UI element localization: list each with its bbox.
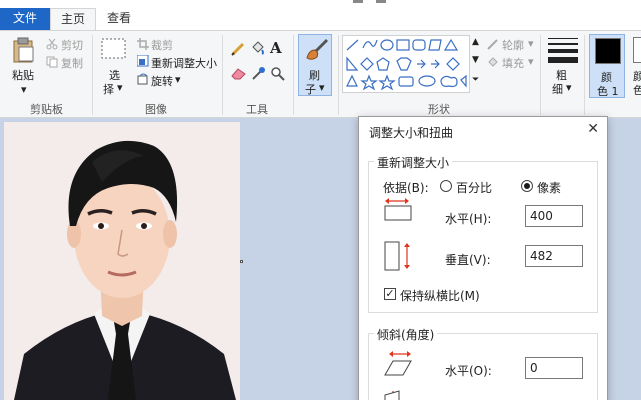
outline-icon	[487, 39, 498, 50]
color-picker-icon[interactable]	[251, 66, 266, 81]
text-tool-icon[interactable]: A	[270, 39, 282, 57]
cut-button[interactable]: 剪切	[61, 37, 83, 53]
tab-home[interactable]: 主页	[50, 8, 96, 30]
color1-label-2: 色 1	[597, 85, 619, 98]
resize-group-label: 重新调整大小	[374, 154, 453, 171]
group-divider	[293, 35, 294, 115]
canvas-image[interactable]	[4, 122, 240, 400]
portrait-photo	[4, 122, 240, 400]
size-label-2[interactable]: 细	[552, 81, 563, 97]
color2-button[interactable]: 颜 色	[630, 35, 641, 97]
brush-icon	[306, 38, 329, 60]
rotate-icon	[137, 73, 148, 85]
by-label: 依据(B):	[383, 181, 429, 195]
magnifier-icon[interactable]	[270, 66, 285, 81]
line-size-icon[interactable]	[548, 37, 578, 63]
fill-icon	[488, 57, 498, 67]
paste-icon[interactable]	[12, 37, 36, 63]
pixels-radio[interactable]	[521, 180, 533, 192]
vertical-label: 垂直(V):	[445, 253, 491, 267]
skew-horizontal-label: 水平(O):	[445, 364, 492, 378]
tab-view[interactable]: 查看	[98, 8, 140, 30]
outline-button[interactable]: 轮廓	[502, 37, 524, 53]
chevron-down-icon[interactable]: ▾	[528, 55, 534, 68]
percent-radio[interactable]	[440, 180, 452, 192]
title-separator	[353, 0, 363, 3]
horizontal-skew-icon	[384, 351, 412, 376]
vertical-input[interactable]: 482	[525, 245, 583, 267]
close-icon[interactable]: ✕	[587, 121, 599, 137]
scroll-up-icon[interactable]: ▲	[472, 37, 479, 47]
brush-label-2: 子	[305, 83, 316, 96]
chevron-down-icon[interactable]: ▾	[175, 73, 181, 86]
percent-label[interactable]: 百分比	[456, 179, 492, 196]
select-label-2[interactable]: 择	[103, 81, 114, 97]
resize-button[interactable]: 重新调整大小	[151, 55, 217, 71]
chevron-down-icon[interactable]: ▾	[21, 83, 27, 96]
pixels-label[interactable]: 像素	[537, 179, 561, 196]
scroll-down-icon[interactable]: ▼	[472, 55, 479, 65]
group-divider	[584, 35, 585, 115]
horizontal-resize-icon	[384, 198, 412, 221]
image-group-label: 图像	[145, 103, 167, 116]
title-bar	[0, 0, 641, 8]
chevron-down-icon[interactable]: ▾	[566, 81, 572, 94]
keep-ratio-label[interactable]: 保持纵横比(M)	[400, 287, 480, 304]
vertical-skew-icon	[384, 390, 400, 400]
eraser-icon[interactable]	[231, 67, 246, 80]
color1-button[interactable]: 颜 色 1	[589, 34, 625, 98]
horizontal-input[interactable]: 400	[525, 205, 583, 227]
fill-button[interactable]: 填充	[502, 55, 524, 71]
pencil-icon[interactable]	[231, 42, 245, 56]
rotate-button[interactable]: 旋转	[151, 73, 173, 89]
dialog-title: 调整大小和扭曲	[369, 126, 454, 140]
clipboard-group-label: 剪贴板	[30, 103, 63, 116]
group-divider	[222, 35, 223, 115]
color2-label-2: 色	[633, 84, 641, 97]
resize-handle[interactable]	[240, 260, 243, 263]
color2-swatch	[633, 37, 641, 63]
crop-button[interactable]: 裁剪	[151, 37, 173, 53]
resize-dialog: 调整大小和扭曲 ✕ 重新调整大小 依据(B): 百分比 像素 水平(H): 40…	[358, 116, 608, 400]
shapes-icons	[346, 38, 467, 91]
group-divider	[338, 35, 339, 115]
skew-horizontal-input[interactable]: 0	[525, 357, 583, 379]
color1-swatch	[595, 38, 621, 64]
gallery-expand-icon[interactable]: ⏷	[472, 75, 479, 85]
crop-icon	[137, 38, 149, 50]
ribbon: 粘贴 ▾ 剪切 复制 剪贴板 选 择 ▾ 裁剪 重新调整大小 旋转 ▾ 图像 A	[0, 30, 641, 118]
vertical-resize-icon	[384, 241, 410, 271]
brush-button[interactable]: 刷 子 ▾	[298, 34, 332, 96]
scissors-icon	[46, 38, 58, 50]
select-icon[interactable]	[101, 38, 127, 60]
fill-bucket-icon[interactable]	[250, 41, 265, 56]
tab-file[interactable]: 文件	[0, 8, 50, 30]
skew-group-label: 倾斜(角度)	[374, 326, 438, 343]
tab-bar: 文件 主页 查看	[0, 8, 641, 30]
chevron-down-icon: ▾	[319, 81, 325, 94]
group-divider	[92, 35, 93, 115]
resize-icon	[137, 55, 149, 67]
horizontal-label: 水平(H):	[445, 212, 492, 226]
copy-button[interactable]: 复制	[61, 55, 83, 71]
chevron-down-icon[interactable]: ▾	[528, 37, 534, 50]
title-separator	[376, 0, 386, 3]
shapes-group-label: 形状	[428, 103, 450, 116]
tools-group-label: 工具	[246, 103, 268, 116]
copy-icon	[46, 56, 58, 68]
keep-ratio-checkbox[interactable]: ✓	[384, 288, 396, 300]
chevron-down-icon[interactable]: ▾	[117, 81, 123, 94]
group-divider	[540, 35, 541, 115]
shapes-gallery[interactable]	[342, 35, 470, 93]
paste-button[interactable]: 粘贴	[12, 67, 34, 83]
